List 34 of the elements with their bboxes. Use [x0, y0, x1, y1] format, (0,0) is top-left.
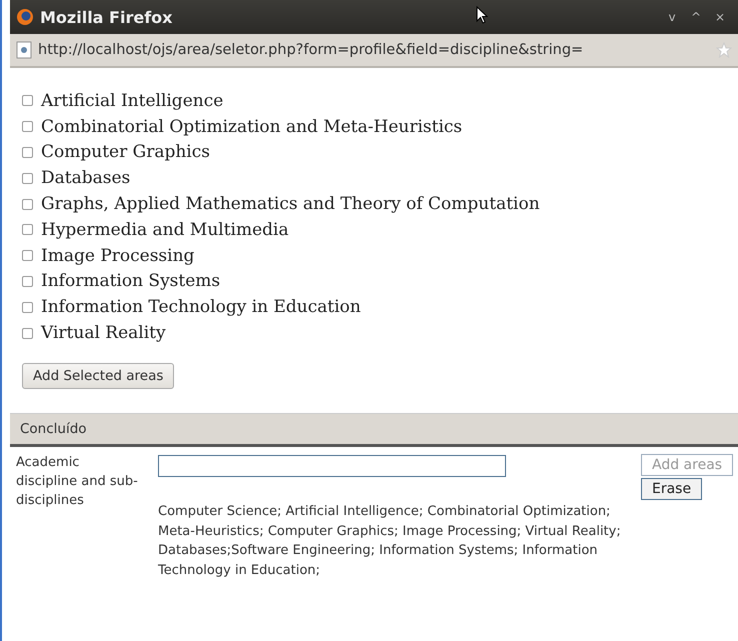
checkbox[interactable] — [22, 146, 33, 158]
firefox-icon — [16, 8, 34, 26]
window-control-button[interactable]: × — [708, 10, 732, 24]
checkbox[interactable] — [22, 328, 33, 339]
discipline-input[interactable] — [158, 454, 506, 477]
area-label: Virtual Reality — [41, 323, 166, 344]
selected-areas-text: Computer Science; Artificial Intelligence; Combinatorial Optimization; Meta-Heuristics; Computer Graphics; Image Processing; Virtual Reality; Databases;Software Engineering; Information Systems; Information Technology in Education; — [158, 502, 622, 580]
area-label: Databases — [41, 168, 130, 188]
status-bar: Concluído — [10, 412, 738, 447]
checkbox[interactable] — [22, 276, 33, 287]
window-control-button[interactable]: ^ — [684, 10, 708, 24]
star-icon[interactable] — [716, 42, 732, 58]
area-label: Image Processing — [41, 246, 194, 266]
checkbox[interactable] — [22, 250, 33, 262]
area-label: Artificial Intelligence — [41, 90, 224, 111]
checkbox[interactable] — [22, 224, 33, 236]
field-label: Academic discipline and sub-disciplines — [16, 454, 139, 510]
window-title: Mozilla Firefox — [40, 8, 172, 26]
area-label: Combinatorial Optimization and Meta-Heuristics — [41, 116, 462, 137]
checkbox[interactable] — [22, 302, 33, 313]
checkbox[interactable] — [22, 121, 33, 132]
checkbox[interactable] — [22, 172, 33, 184]
cursor-icon — [476, 6, 488, 24]
window-control-button[interactable]: v — [660, 10, 684, 24]
area-label: Information Technology in Education — [41, 297, 361, 318]
area-label: Information Systems — [41, 271, 220, 292]
area-label: Graphs, Applied Mathematics and Theory of Computation — [41, 194, 540, 214]
checkbox[interactable] — [22, 95, 33, 106]
area-label: Computer Graphics — [41, 142, 210, 162]
area-label: Hypermedia and Multimedia — [41, 220, 289, 240]
add-selected-button[interactable]: Add Selected areas — [22, 362, 174, 389]
erase-button[interactable]: Erase — [641, 478, 702, 500]
checkbox[interactable] — [22, 198, 33, 210]
page-icon — [16, 41, 32, 59]
